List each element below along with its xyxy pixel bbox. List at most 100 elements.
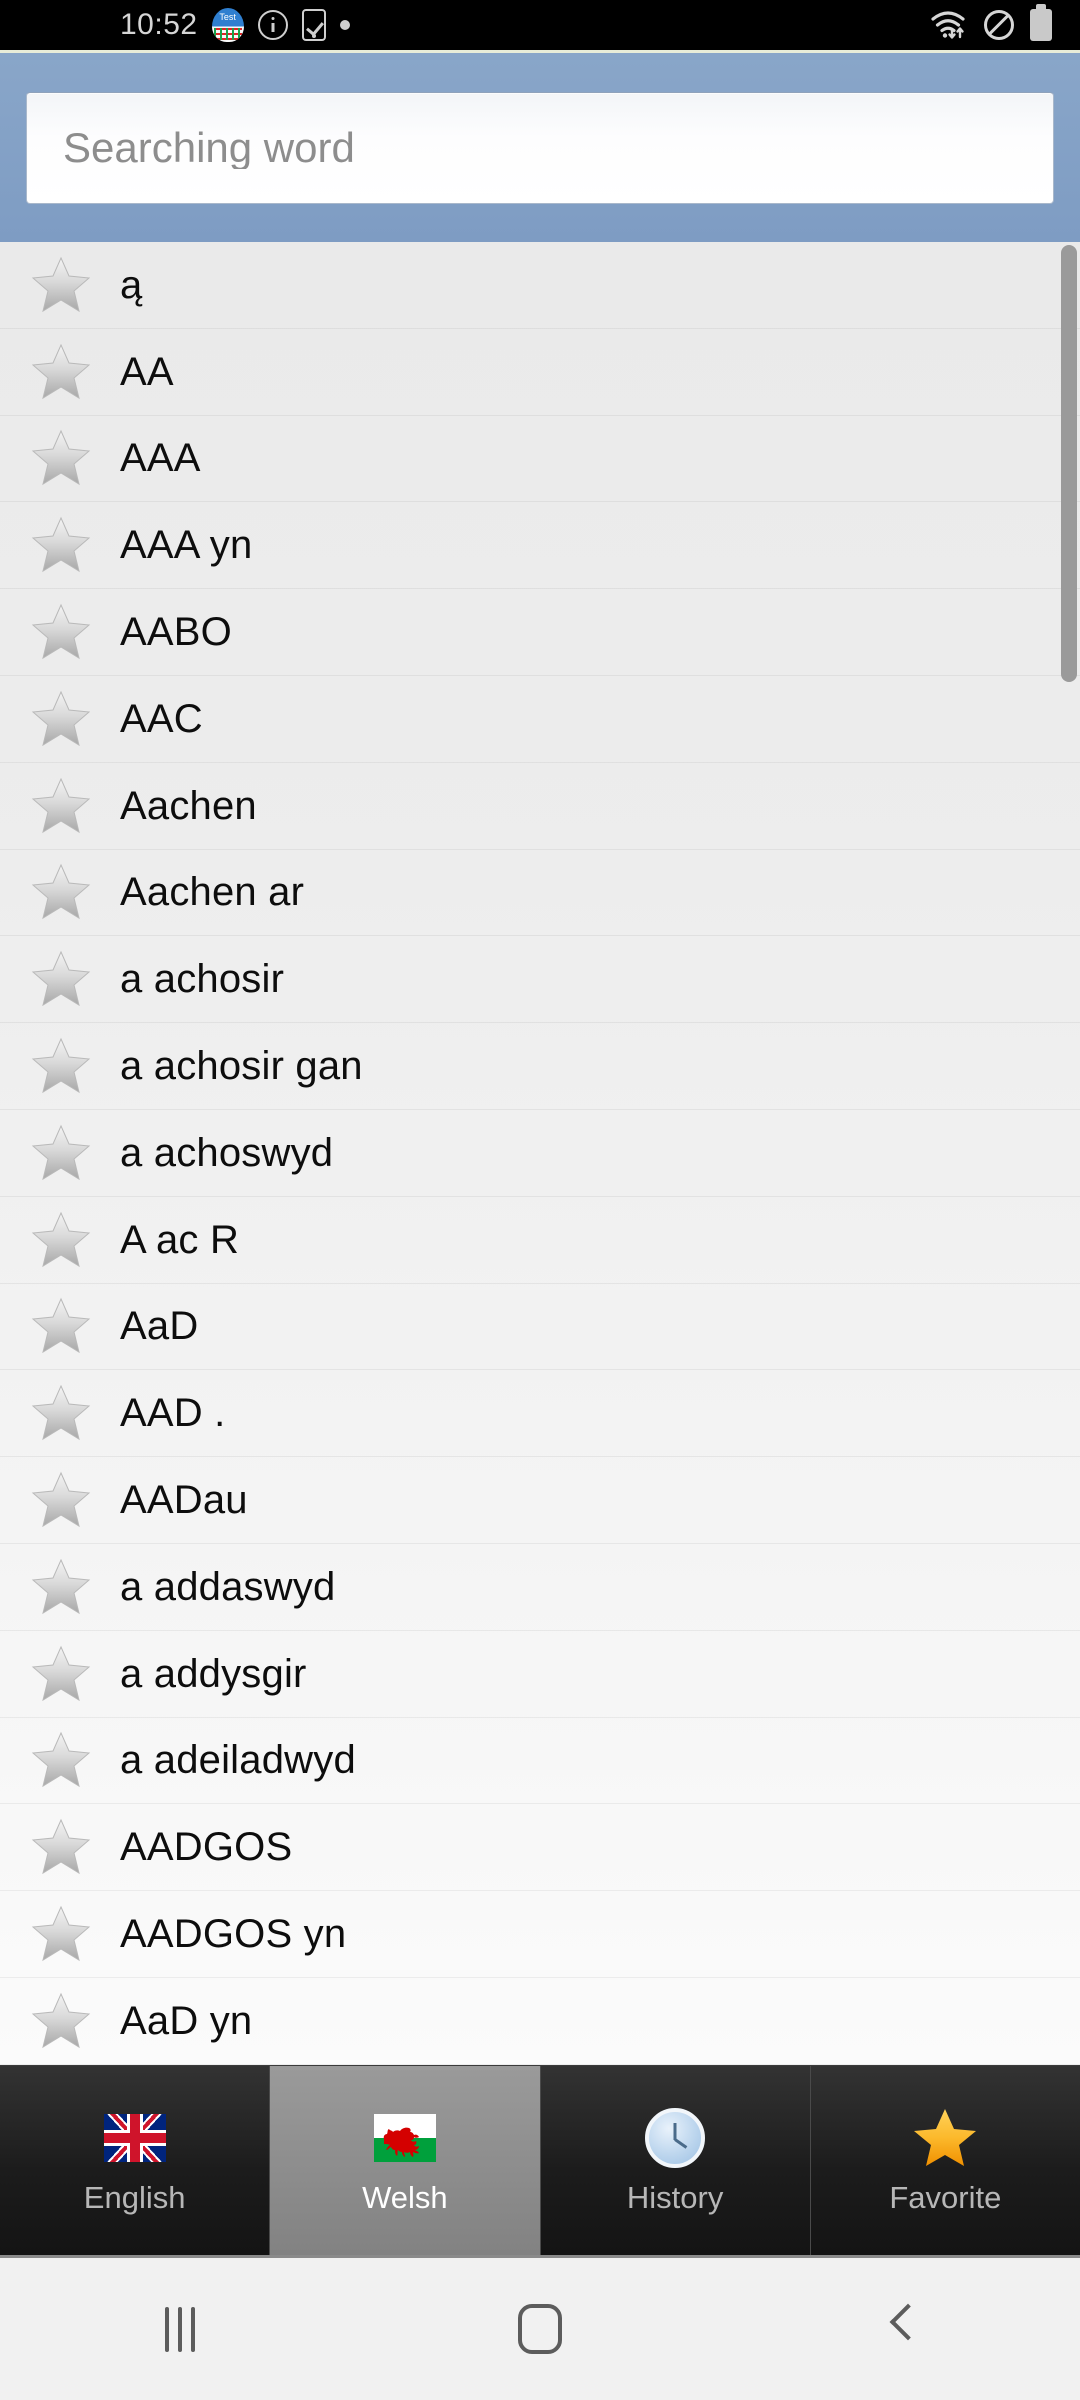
- list-item[interactable]: a addysgir: [0, 1631, 1080, 1718]
- tab-favorite[interactable]: Favorite: [810, 2066, 1080, 2255]
- tab-favorite-label: Favorite: [889, 2180, 1002, 2215]
- wales-flag-icon: [368, 2108, 442, 2168]
- star-outline-icon[interactable]: [30, 1036, 92, 1096]
- test-app-icon: [211, 8, 244, 42]
- star-outline-icon[interactable]: [30, 428, 92, 488]
- status-bar: 10:52: [0, 0, 1080, 50]
- star-outline-icon[interactable]: [30, 602, 92, 662]
- list-item[interactable]: AAD .: [0, 1370, 1080, 1458]
- recents-button[interactable]: [0, 2258, 360, 2400]
- list-item-label: Aachen ar: [120, 870, 305, 915]
- back-button[interactable]: [720, 2258, 1080, 2400]
- list-item-label: a addaswyd: [120, 1564, 336, 1609]
- list-item[interactable]: a achosir: [0, 936, 1080, 1024]
- list-item[interactable]: Aachen ar: [0, 850, 1080, 937]
- star-outline-icon[interactable]: [30, 1991, 92, 2051]
- status-bar-right: [930, 9, 1052, 41]
- star-outline-icon[interactable]: [30, 255, 92, 315]
- star-outline-icon[interactable]: [30, 1296, 92, 1356]
- back-icon: [887, 2307, 913, 2351]
- list-item-label: AADGOS yn: [120, 1912, 347, 1957]
- tab-welsh-label: Welsh: [362, 2180, 448, 2215]
- list-scrollbar[interactable]: [1061, 245, 1077, 682]
- search-input[interactable]: Searching word: [63, 127, 973, 169]
- list-item-label: a achoswyd: [120, 1130, 334, 1175]
- star-outline-icon[interactable]: [30, 1383, 92, 1443]
- star-outline-icon[interactable]: [30, 689, 92, 749]
- list-item-label: a achosir: [120, 957, 285, 1002]
- gold-star-icon: [908, 2108, 982, 2168]
- list-item[interactable]: a achosir gan: [0, 1023, 1080, 1110]
- list-item-label: AABO: [120, 610, 232, 655]
- list-item-label: AaD: [120, 1304, 199, 1349]
- tab-english[interactable]: English: [0, 2066, 271, 2255]
- tab-welsh[interactable]: Welsh: [270, 2066, 541, 2255]
- star-outline-icon[interactable]: [30, 1557, 92, 1617]
- list-item-label: Aachen: [120, 783, 257, 828]
- list-item[interactable]: AADGOS yn: [0, 1891, 1080, 1978]
- list-item[interactable]: a achoswyd: [0, 1110, 1080, 1197]
- list-item[interactable]: AADau: [0, 1457, 1080, 1544]
- star-outline-icon[interactable]: [30, 1123, 92, 1183]
- list-item[interactable]: AaD yn: [0, 1978, 1080, 2065]
- star-outline-icon[interactable]: [30, 1730, 92, 1790]
- list-item-label: AaD yn: [120, 1998, 253, 2043]
- recents-icon: [165, 2306, 195, 2352]
- star-outline-icon[interactable]: [30, 515, 92, 575]
- list-item[interactable]: A ac R: [0, 1197, 1080, 1284]
- list-item-label: a adeiladwyd: [120, 1738, 356, 1783]
- star-outline-icon[interactable]: [30, 1644, 92, 1704]
- list-item[interactable]: AAC: [0, 676, 1080, 763]
- list-item-label: AA: [120, 349, 174, 394]
- list-item-label: AAC: [120, 696, 203, 741]
- clock-icon: [638, 2108, 712, 2168]
- dot-icon: [339, 20, 350, 30]
- star-outline-icon[interactable]: [30, 1817, 92, 1877]
- list-item[interactable]: AADGOS: [0, 1804, 1080, 1892]
- wifi-icon: [930, 10, 968, 40]
- home-button[interactable]: [360, 2258, 720, 2400]
- list-item-label: ą: [120, 262, 143, 307]
- list-item-label: AAD .: [120, 1391, 226, 1436]
- list-item-label: AAA yn: [120, 523, 253, 568]
- star-outline-icon[interactable]: [30, 1470, 92, 1530]
- list-item-label: AADGOS: [120, 1825, 293, 1870]
- list-item[interactable]: a addaswyd: [0, 1544, 1080, 1631]
- list-item[interactable]: AABO: [0, 589, 1080, 676]
- list-item[interactable]: a adeiladwyd: [0, 1718, 1080, 1805]
- info-icon: [257, 10, 288, 40]
- tab-history[interactable]: History: [540, 2066, 811, 2255]
- star-outline-icon[interactable]: [30, 342, 92, 402]
- tab-english-label: English: [83, 2180, 186, 2215]
- android-nav-bar: [0, 2255, 1080, 2400]
- tab-history-label: History: [626, 2180, 724, 2215]
- list-item[interactable]: AAA yn: [0, 502, 1080, 590]
- star-outline-icon[interactable]: [30, 1904, 92, 1964]
- list-item[interactable]: Aachen: [0, 763, 1080, 850]
- list-item-label: AAA: [120, 436, 201, 481]
- search-field-container[interactable]: Searching word: [26, 91, 1054, 204]
- search-header: Searching word: [0, 50, 1080, 242]
- status-clock: 10:52: [120, 8, 198, 41]
- star-outline-icon[interactable]: [30, 1210, 92, 1270]
- bottom-tab-bar: English Welsh History Favorite: [0, 2065, 1080, 2255]
- star-outline-icon[interactable]: [30, 949, 92, 1009]
- do-not-disturb-icon: [984, 10, 1014, 40]
- list-item[interactable]: AaD: [0, 1284, 1080, 1371]
- list-item[interactable]: AAA: [0, 416, 1080, 503]
- home-icon: [518, 2304, 562, 2354]
- list-item-label: AADau: [120, 1478, 248, 1523]
- list-item-label: a achosir gan: [120, 1044, 363, 1089]
- star-outline-icon[interactable]: [30, 862, 92, 922]
- battery-icon: [1030, 9, 1052, 41]
- status-bar-left: 10:52: [0, 8, 350, 42]
- word-list[interactable]: ą AA AAA AAA yn AABO AAC Aachen Aachen ar a acho…: [0, 242, 1080, 2065]
- phone-check-icon: [301, 9, 326, 41]
- list-item-label: a addysgir: [120, 1651, 307, 1696]
- list-item[interactable]: ą: [0, 242, 1080, 329]
- clear-search-button[interactable]: [973, 119, 1031, 177]
- list-item-label: A ac R: [120, 1217, 240, 1262]
- uk-flag-icon: [98, 2108, 172, 2168]
- star-outline-icon[interactable]: [30, 776, 92, 836]
- list-item[interactable]: AA: [0, 329, 1080, 416]
